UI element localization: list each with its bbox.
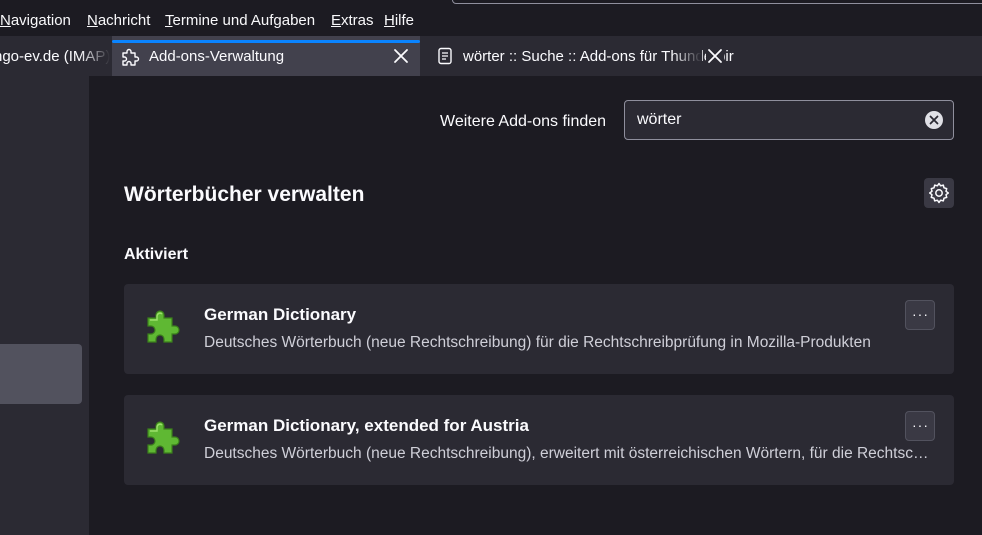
- more-options-label: ···: [912, 417, 929, 433]
- close-icon[interactable]: [392, 47, 410, 65]
- clear-icon[interactable]: [925, 111, 943, 129]
- more-options-button[interactable]: ···: [905, 411, 935, 441]
- addons-sidebar: [0, 76, 89, 535]
- tab-bar: ngo-ev.de (IMAP) Add-ons-Verwaltung wört…: [0, 36, 982, 76]
- menu-hilfe[interactable]: Hilfe: [384, 12, 414, 30]
- menu-nachricht[interactable]: Nachricht: [87, 12, 150, 30]
- search-input-value[interactable]: wörter: [637, 111, 681, 129]
- document-icon: [436, 47, 454, 65]
- tab-addons-manager[interactable]: Add-ons-Verwaltung: [112, 36, 420, 76]
- menu-extras[interactable]: Extras: [331, 12, 374, 30]
- puzzle-icon: [120, 47, 140, 66]
- section-enabled-heading: Aktiviert: [124, 246, 189, 263]
- tab-fade: [80, 36, 110, 76]
- addons-search-input[interactable]: wörter: [624, 100, 954, 140]
- tab-mail-account[interactable]: ngo-ev.de (IMAP): [0, 36, 110, 76]
- addon-name[interactable]: German Dictionary, extended for Austria: [204, 416, 529, 436]
- more-options-label: ···: [912, 306, 929, 322]
- menu-navigation[interactable]: Navigation: [0, 12, 71, 30]
- puzzle-icon: [144, 304, 184, 344]
- addon-card[interactable]: German Dictionary Deutsches Wörterbuch (…: [124, 284, 954, 374]
- sidebar-item-dictionaries[interactable]: [0, 344, 82, 404]
- tab-fade: [672, 36, 702, 76]
- more-options-button[interactable]: ···: [905, 300, 935, 330]
- addon-description: Deutsches Wörterbuch (neue Rechtschreibu…: [204, 334, 871, 351]
- find-more-addons-label: Weitere Add-ons finden: [440, 113, 607, 130]
- tab-addons-search[interactable]: wörter :: Suche :: Add-ons für Thunderbi…: [424, 36, 734, 76]
- addon-description: Deutsches Wörterbuch (neue Rechtschreibu…: [204, 445, 934, 462]
- global-search-field[interactable]: [452, 0, 982, 4]
- tab-label: Add-ons-Verwaltung: [149, 48, 285, 65]
- addon-card[interactable]: German Dictionary, extended for Austria …: [124, 395, 954, 485]
- menu-termine-und-aufgaben[interactable]: Termine und Aufgaben: [165, 12, 315, 30]
- close-icon[interactable]: [706, 47, 724, 65]
- menu-bar: Navigation Nachricht Termine und Aufgabe…: [0, 0, 982, 36]
- addon-name[interactable]: German Dictionary: [204, 305, 356, 325]
- settings-button[interactable]: [924, 178, 954, 208]
- puzzle-icon: [144, 415, 184, 455]
- gear-icon: [928, 182, 950, 204]
- page-title: Wörterbücher verwalten: [124, 183, 365, 206]
